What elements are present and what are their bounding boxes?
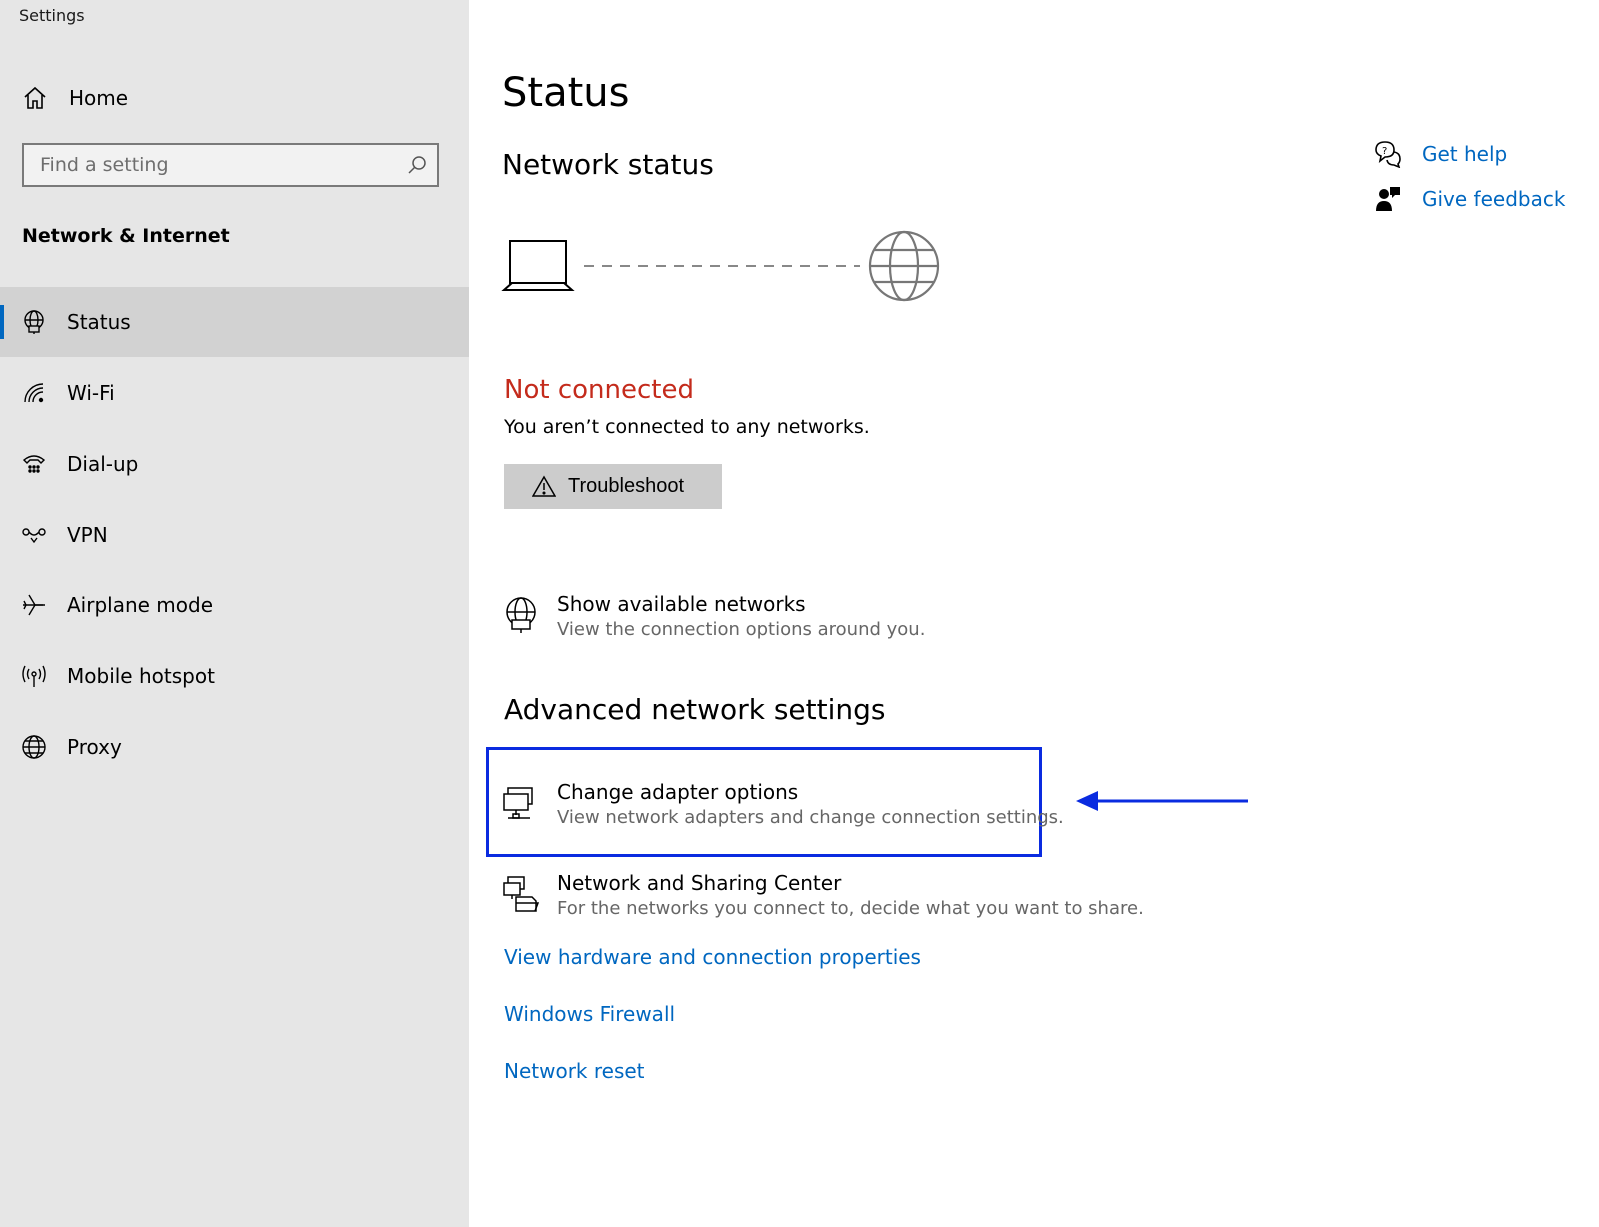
- annotation-arrow: [1076, 791, 1248, 811]
- show-available-networks[interactable]: Show available networks View the connect…: [500, 592, 925, 644]
- get-help-label: Get help: [1422, 142, 1508, 166]
- wifi-icon: [24, 383, 44, 403]
- sidebar-item-airplane[interactable]: Airplane mode: [0, 570, 469, 640]
- warning-icon: [532, 475, 556, 497]
- sharing-center-title: Network and Sharing Center: [557, 871, 842, 895]
- sidebar-item-status[interactable]: Status: [0, 287, 469, 357]
- nav-home[interactable]: Home: [0, 68, 469, 128]
- hotspot-icon: [22, 665, 46, 687]
- sidebar-item-proxy[interactable]: Proxy: [0, 712, 469, 782]
- link-view-hardware-properties[interactable]: View hardware and connection properties: [504, 945, 921, 969]
- sidebar-item-mobile-hotspot[interactable]: Mobile hotspot: [0, 641, 469, 711]
- svg-text:?: ?: [1382, 146, 1387, 157]
- link-network-reset[interactable]: Network reset: [504, 1059, 645, 1083]
- sidebar-item-label: Mobile hotspot: [67, 664, 215, 688]
- vpn-icon: [22, 528, 46, 544]
- dialup-icon: [22, 455, 46, 473]
- sidebar-item-label: Dial-up: [67, 452, 139, 476]
- get-help-link[interactable]: ? Get help: [1374, 140, 1574, 170]
- section-label: Network & Internet: [22, 225, 230, 247]
- laptop-icon: [501, 240, 575, 291]
- sidebar-item-label: VPN: [67, 523, 108, 547]
- search-box[interactable]: [22, 143, 439, 187]
- advanced-heading: Advanced network settings: [504, 693, 886, 726]
- airplane-icon: [23, 594, 46, 616]
- network-sharing-center[interactable]: Network and Sharing Center For the netwo…: [500, 871, 1144, 923]
- sidebar: Settings Home Network & Internet Status …: [0, 0, 469, 1227]
- connection-state: Not connected: [504, 375, 694, 405]
- sidebar-item-dialup[interactable]: Dial-up: [0, 429, 469, 499]
- nav-home-label: Home: [69, 86, 129, 110]
- feedback-icon: [1376, 187, 1400, 211]
- sharing-center-subtitle: For the networks you connect to, decide …: [557, 898, 1144, 919]
- globe-icon: [22, 735, 46, 759]
- network-globe-icon: [506, 597, 536, 633]
- connection-description: You aren’t connected to any networks.: [504, 416, 870, 438]
- change-adapter-title: Change adapter options: [557, 780, 799, 804]
- home-icon: [24, 86, 46, 109]
- link-windows-firewall[interactable]: Windows Firewall: [504, 1002, 675, 1026]
- sidebar-item-wifi[interactable]: Wi-Fi: [0, 358, 469, 428]
- network-adapter-icon: [503, 787, 533, 819]
- help-chat-icon: ?: [1375, 141, 1401, 168]
- active-indicator: [0, 305, 4, 339]
- troubleshoot-button[interactable]: Troubleshoot: [504, 464, 722, 509]
- internet-globe-icon: [868, 230, 940, 302]
- status-globe-icon: [24, 310, 44, 334]
- sidebar-item-label: Proxy: [67, 735, 122, 759]
- show-networks-subtitle: View the connection options around you.: [557, 619, 926, 640]
- sidebar-item-label: Status: [67, 310, 131, 334]
- sidebar-item-label: Wi-Fi: [67, 381, 115, 405]
- give-feedback-label: Give feedback: [1422, 187, 1566, 211]
- sidebar-item-label: Airplane mode: [67, 593, 214, 617]
- change-adapter-subtitle: View network adapters and change connect…: [557, 807, 1064, 828]
- search-input[interactable]: [24, 145, 400, 185]
- network-status-diagram: [501, 230, 940, 302]
- app-title: Settings: [19, 6, 85, 25]
- sidebar-item-vpn[interactable]: VPN: [0, 500, 469, 570]
- change-adapter-options[interactable]: Change adapter options View network adap…: [500, 780, 1064, 832]
- network-status-heading: Network status: [502, 148, 714, 181]
- troubleshoot-label: Troubleshoot: [568, 475, 684, 497]
- sharing-center-icon: [503, 876, 540, 912]
- give-feedback-link[interactable]: Give feedback: [1374, 185, 1574, 215]
- page-title: Status: [502, 70, 630, 116]
- show-networks-title: Show available networks: [557, 592, 806, 616]
- search-icon[interactable]: [407, 155, 427, 175]
